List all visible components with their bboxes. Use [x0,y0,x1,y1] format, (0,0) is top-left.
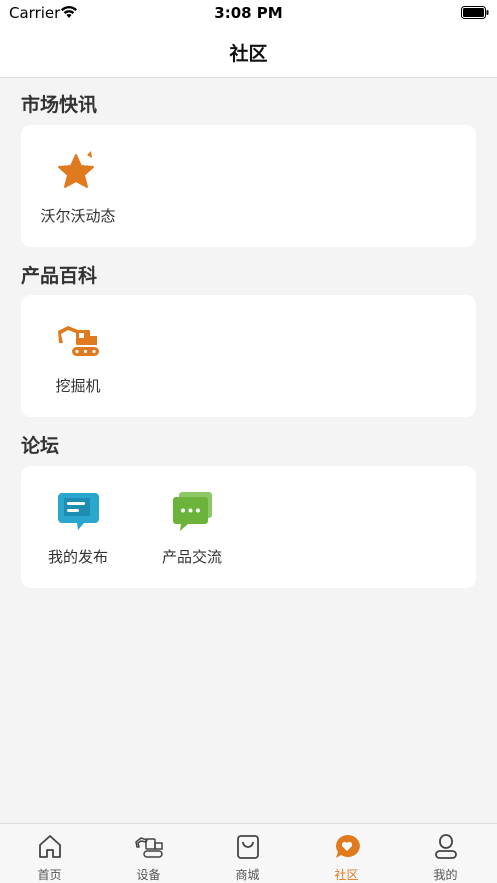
section-title-market-news: 市场快讯 [21,94,98,116]
tab-label: 商城 [235,868,260,882]
page-title: 社区 [229,43,268,65]
tab-home[interactable]: 首页 [0,824,99,883]
product-encyclopedia-card: 挖掘机 [21,295,476,417]
tab-label: 我的 [433,868,458,882]
tab-community[interactable]: 社区 [297,824,396,883]
market-news-card: 沃尔沃动态 [21,125,476,247]
tab-profile[interactable]: 我的 [396,824,495,883]
grid-item-product-exchange[interactable]: 产品交流 [135,466,249,588]
grid-item-excavator[interactable]: 挖掘机 [21,295,135,417]
tab-mall[interactable]: 商城 [198,824,297,883]
community-icon [336,834,360,858]
my-posts-icon [58,493,99,530]
chat-bubbles-icon [173,492,212,531]
grid-item-label: 沃尔沃动态 [40,207,116,225]
tab-equipment[interactable]: 设备 [99,824,198,883]
tab-bar: 首页 设备 商城 社区 我的 [0,823,497,883]
profile-icon [435,834,457,859]
tab-label: 设备 [136,868,161,882]
star-icon [58,151,94,188]
home-icon [39,835,61,858]
battery-icon [461,6,489,19]
navigation-bar: 社区 [0,28,497,78]
grid-item-my-posts[interactable]: 我的发布 [21,466,135,588]
shopping-bag-icon [237,835,259,859]
tab-label: 首页 [37,868,62,882]
forum-card: 我的发布 产品交流 [21,466,476,588]
tab-label: 社区 [334,868,359,882]
grid-item-volvo-news[interactable]: 沃尔沃动态 [21,125,135,247]
section-title-product-encyclopedia: 产品百科 [21,265,98,287]
grid-item-label: 产品交流 [161,548,222,566]
excavator-icon [58,326,99,356]
equipment-icon [135,837,163,858]
status-bar: Carrier 3:08 PM [0,0,497,28]
grid-item-label: 挖掘机 [55,377,101,395]
grid-item-label: 我的发布 [47,548,108,566]
section-title-forum: 论坛 [21,435,60,457]
status-time: 3:08 PM [214,4,283,22]
